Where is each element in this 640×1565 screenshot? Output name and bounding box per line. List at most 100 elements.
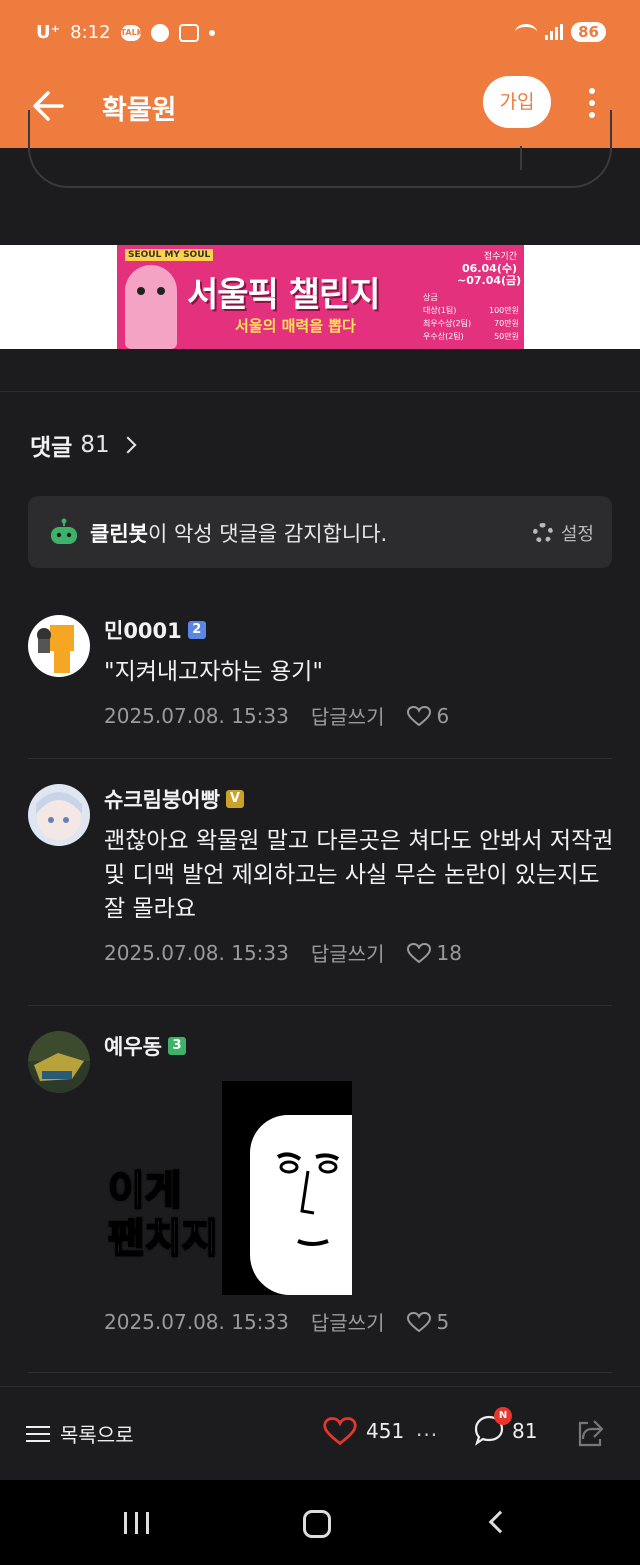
prize-rank: 대상(1팀) — [423, 306, 457, 315]
post-like-count: 451 — [366, 1419, 405, 1443]
system-back-button[interactable] — [488, 1510, 512, 1534]
bottom-action-bar: 목록으로 451 ··· N 81 — [0, 1386, 640, 1480]
ad-banner[interactable]: SEOUL MY SOUL 서울픽 챌린지 서울의 매력을 뽑다 접수기간 06… — [117, 245, 524, 349]
carrier-label: U⁺ — [36, 22, 61, 43]
banner-prize-row: 대상(1팀) 100만원 — [423, 304, 519, 317]
prize-rank: 최우수상(2팀) — [423, 319, 472, 328]
comment-icon-wrap: N — [472, 1407, 512, 1449]
avatar[interactable] — [28, 1031, 90, 1093]
avatar-image-icon — [28, 1031, 90, 1081]
home-button[interactable] — [303, 1510, 331, 1538]
comment-author[interactable]: 슈크림붕어빵 V — [104, 784, 614, 814]
prize-amount: 50만원 — [494, 332, 519, 341]
member-level-badge: 2 — [187, 621, 206, 639]
system-navigation-bar — [0, 1480, 640, 1565]
comment-body: 예우동 3 이게 팬치지 2025.07.08. 15:33 답글쓰기 5 — [104, 1031, 614, 1336]
author-name: 슈크림붕어빵 — [104, 788, 220, 812]
comment-like-button[interactable]: 5 — [406, 1310, 449, 1334]
comment-date: 2025.07.08. 15:33 — [104, 1309, 289, 1334]
comment-like-count: 18 — [436, 940, 462, 965]
comment-separator — [28, 758, 612, 759]
comment-like-count: 6 — [436, 703, 450, 728]
share-button[interactable] — [574, 1417, 606, 1449]
comment-separator — [28, 1372, 612, 1373]
banner-brand: SEOUL MY SOUL — [125, 249, 214, 261]
prize-rank: 우수상(2팀) — [423, 332, 464, 341]
meme-face-drawing-icon — [276, 1152, 340, 1246]
avatar[interactable] — [28, 615, 90, 677]
comment-author[interactable]: 예우동 3 — [104, 1031, 614, 1061]
status-bar: U⁺ 8:12 TALK 86 — [0, 0, 640, 68]
heart-icon — [407, 1311, 432, 1332]
comments-header[interactable]: 댓글 81 — [30, 428, 137, 462]
banner-period-end: ~07.04(금) — [457, 274, 522, 287]
list-label: 목록으로 — [60, 1423, 134, 1447]
battery-indicator: 86 — [571, 22, 606, 42]
bottom-comment-count: 81 — [512, 1419, 538, 1443]
wifi-icon — [515, 24, 538, 40]
comment-image[interactable]: 이게 팬치지 — [104, 1081, 364, 1295]
banner-mascot-icon — [125, 265, 177, 349]
cleanbot-name: 클린봇 — [90, 522, 148, 546]
reply-button[interactable]: 답글쓰기 — [311, 938, 385, 967]
status-right: 86 — [515, 22, 606, 42]
comment-text: 괜찮아요 왁물원 말고 다른곳은 쳐다도 안봐서 저작권 및 디맥 발언 제외하… — [104, 828, 614, 922]
reply-button[interactable]: 답글쓰기 — [311, 1307, 385, 1336]
banner-title: 서울픽 챌린지 — [187, 275, 381, 315]
recent-apps-button[interactable] — [124, 1512, 149, 1534]
banner-period-label: 접수기간 — [483, 252, 517, 262]
settings-notification-icon — [150, 23, 169, 42]
signal-icon — [545, 24, 564, 40]
avatar-image-icon — [37, 625, 74, 673]
cleanbot-notice: 클린봇이 악성 댓글을 감지합니다. 설정 — [28, 496, 612, 568]
comment-item: 민0001 2 "지켜내고자하는 용기" 2025.07.08. 15:33 답… — [28, 615, 612, 745]
comment-author[interactable]: 민0001 2 — [104, 615, 614, 645]
avatar[interactable] — [28, 784, 90, 846]
comment-count-button[interactable]: N 81 — [472, 1407, 538, 1449]
meme-face-image — [222, 1081, 352, 1295]
banner-prize-row: 우수상(2팀) 50만원 — [423, 330, 519, 343]
avatar-image-icon — [36, 792, 82, 840]
status-left: U⁺ 8:12 TALK — [36, 22, 215, 43]
comment-like-button[interactable]: 18 — [406, 940, 462, 965]
cleanbot-robot-icon — [51, 518, 77, 544]
comments-count: 81 — [80, 432, 110, 458]
cleanbot-message: 클린봇이 악성 댓글을 감지합니다. — [90, 518, 387, 548]
author-name: 민0001 — [104, 619, 182, 643]
screenshot-icon — [178, 23, 199, 42]
banner-prizes: 상금 대상(1팀) 100만원 최우수상(2팀) 70만원 우수상(2팀) 50만원 — [423, 291, 519, 343]
comment-item: 예우동 3 이게 팬치지 2025.07.08. 15:33 답글쓰기 5 — [28, 1031, 612, 1351]
banner-subtitle: 서울의 매력을 뽑다 — [235, 317, 356, 335]
member-level-badge: V — [225, 790, 244, 808]
settings-label: 설정 — [560, 524, 594, 545]
post-like-button[interactable]: 451 — [322, 1415, 404, 1447]
pill-divider — [520, 146, 522, 170]
kebab-dot — [589, 88, 595, 94]
post-like-pill[interactable] — [28, 110, 612, 188]
new-badge: N — [494, 1407, 512, 1425]
reply-button[interactable]: 답글쓰기 — [311, 701, 385, 730]
comment-body: 슈크림붕어빵 V 괜찮아요 왁물원 말고 다른곳은 쳐다도 안봐서 저작권 및 … — [104, 784, 614, 967]
back-to-list-button[interactable]: 목록으로 — [26, 1419, 134, 1448]
share-icon — [578, 1420, 604, 1447]
comment-body: 민0001 2 "지켜내고자하는 용기" 2025.07.08. 15:33 답… — [104, 615, 614, 730]
comments-label: 댓글 — [30, 435, 73, 461]
comment-date: 2025.07.08. 15:33 — [104, 703, 289, 728]
comment-like-button[interactable]: 6 — [406, 704, 449, 728]
comment-item: 슈크림붕어빵 V 괜찮아요 왁물원 말고 다른곳은 쳐다도 안봐서 저작권 및 … — [28, 784, 614, 994]
cleanbot-settings-button[interactable]: 설정 — [532, 520, 594, 546]
comment-date: 2025.07.08. 15:33 — [104, 940, 289, 965]
comment-separator — [28, 1005, 612, 1006]
more-notifications-icon — [208, 29, 215, 36]
clock: 8:12 — [70, 22, 111, 43]
gear-icon — [532, 523, 553, 543]
cleanbot-message-text: 이 악성 댓글을 감지합니다. — [147, 522, 388, 546]
comment-meta: 2025.07.08. 15:33 답글쓰기 6 — [104, 701, 614, 730]
ad-banner-strip: SEOUL MY SOUL 서울픽 챌린지 서울의 매력을 뽑다 접수기간 06… — [0, 245, 640, 349]
comment-meta: 2025.07.08. 15:33 답글쓰기 5 — [104, 1307, 614, 1336]
prize-amount: 100만원 — [489, 306, 519, 315]
banner-prize-label: 상금 — [423, 293, 438, 302]
author-name: 예우동 — [104, 1035, 162, 1059]
chevron-right-icon — [119, 436, 137, 454]
like-more-button[interactable]: ··· — [416, 1423, 438, 1447]
